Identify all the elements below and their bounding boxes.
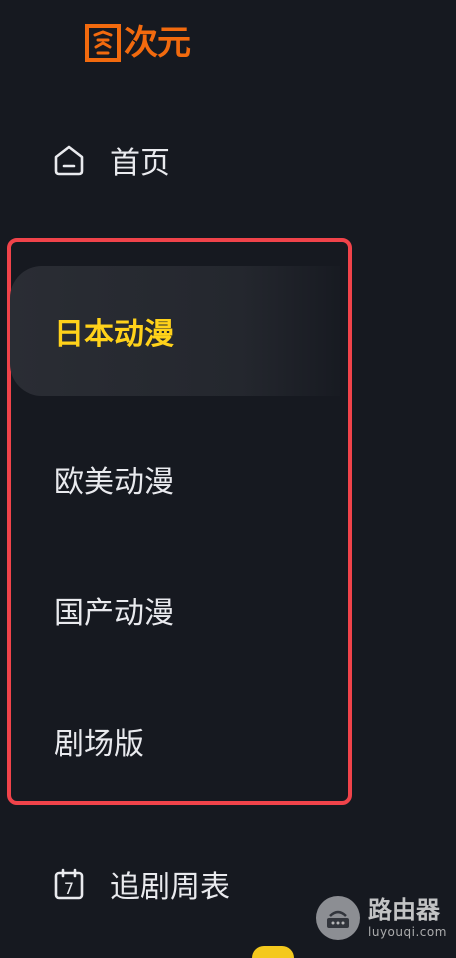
router-icon bbox=[316, 896, 360, 940]
category-label: 欧美动漫 bbox=[54, 465, 174, 500]
category-label: 日本动漫 bbox=[54, 317, 174, 352]
watermark-title: 路由器 bbox=[368, 896, 440, 924]
watermark: 路由器 luyouqi.com bbox=[316, 896, 447, 940]
nav-item-home[interactable]: 首页 bbox=[52, 138, 170, 182]
nav-item-schedule[interactable]: 7 追剧周表 bbox=[52, 862, 230, 906]
category-label: 国产动漫 bbox=[54, 596, 174, 631]
notification-badge bbox=[252, 946, 294, 958]
logo-text: 次元 bbox=[124, 23, 191, 63]
category-item-western-anime[interactable]: 欧美动漫 bbox=[10, 414, 352, 544]
home-icon bbox=[54, 145, 84, 176]
side-drawer: 次元 首页 日本动漫 欧美动漫 国产动漫 剧场版 7 追剧周表 路由器 luyo… bbox=[0, 0, 456, 958]
calendar-day-number: 7 bbox=[64, 879, 74, 898]
calendar-icon: 7 bbox=[54, 868, 84, 900]
category-item-japanese-anime[interactable]: 日本动漫 bbox=[10, 266, 340, 396]
category-label: 剧场版 bbox=[54, 727, 144, 762]
nav-home-label: 首页 bbox=[110, 146, 170, 181]
app-logo: 次元 bbox=[84, 20, 191, 66]
category-item-chinese-anime[interactable]: 国产动漫 bbox=[10, 545, 352, 675]
nav-schedule-label: 追剧周表 bbox=[110, 870, 230, 905]
logo-mark-icon bbox=[85, 24, 121, 62]
watermark-subtitle: luyouqi.com bbox=[368, 925, 447, 939]
category-item-movies[interactable]: 剧场版 bbox=[10, 676, 352, 806]
